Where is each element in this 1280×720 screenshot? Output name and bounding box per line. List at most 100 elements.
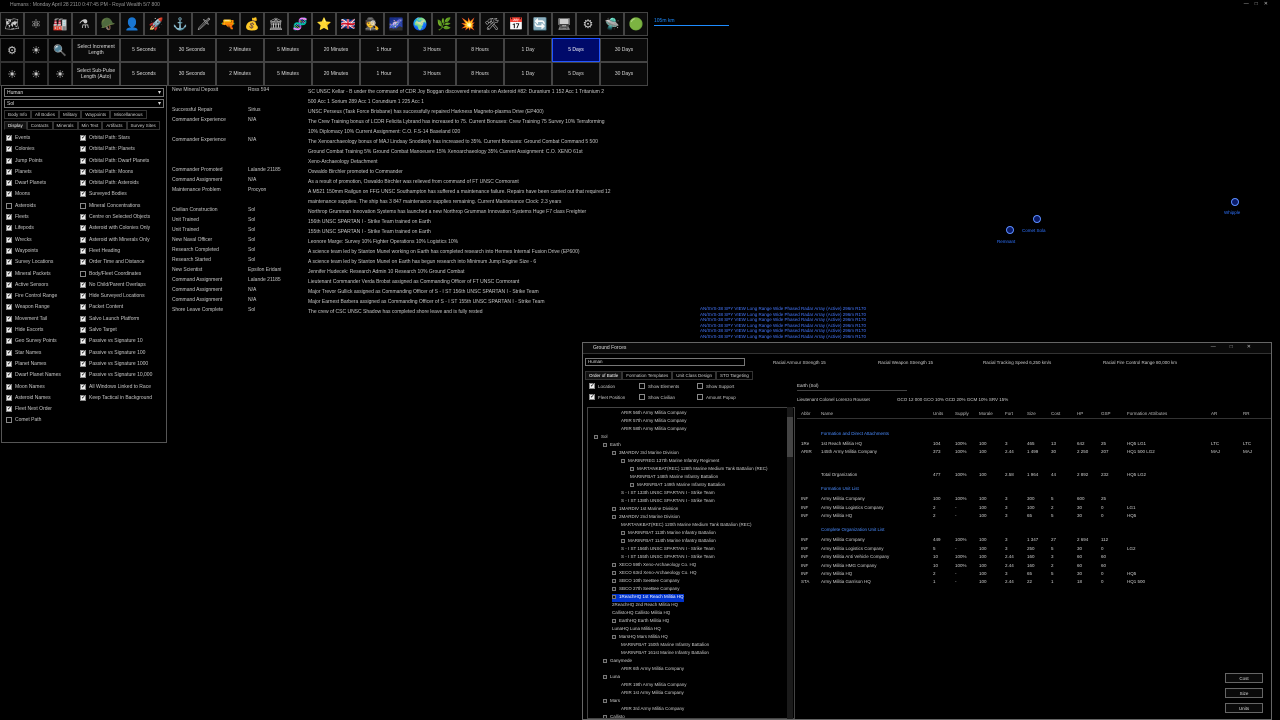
comet-icon[interactable] xyxy=(1033,215,1041,223)
option-checkbox[interactable]: ✓ Events xyxy=(6,134,76,142)
formation-row[interactable]: INF Army Militia HQ 2 - 100 3 65 5 30 0 HQ5 xyxy=(797,571,1271,579)
tree-node[interactable]: MARINFREG 137th Marine Infantry Regiment xyxy=(621,458,719,466)
option-checkbox[interactable]: ✓ Waypoints xyxy=(6,247,76,255)
event-row[interactable]: Unit Trained Sol 155th UNSC SPARTAN I - St… xyxy=(172,227,652,237)
event-row[interactable]: Shore Leave Complete Sol The crew of CSC U… xyxy=(172,307,652,317)
hull-icon[interactable]: 🛠 xyxy=(480,12,504,36)
tree-node[interactable]: 2MARDIV 2nd Marine Division xyxy=(612,514,680,522)
checkbox-icon[interactable]: ✓ xyxy=(80,259,86,266)
checkbox-icon[interactable]: ✓ xyxy=(6,394,12,401)
tree-node[interactable]: Callisto xyxy=(603,714,625,718)
option-checkbox[interactable]: ✓ Mineral Packets xyxy=(6,270,76,278)
option-checkbox[interactable]: ✓ Fire Control Range xyxy=(6,292,76,300)
formation-row[interactable]: INF Army Militia HQ 2 - 100 3 65 5 30 0 HQ5 xyxy=(797,513,1271,521)
option-checkbox[interactable]: ✓ Planets xyxy=(6,168,76,176)
option-checkbox[interactable]: ✓ Asteroid with Minerals Only xyxy=(80,236,162,244)
column-header[interactable]: RR xyxy=(1243,411,1250,416)
minimize-icon[interactable]: — xyxy=(1211,344,1230,350)
intelligence-icon[interactable]: 🕵 xyxy=(360,12,384,36)
option-checkbox[interactable]: ✓ Hide Surveyed Locations xyxy=(80,292,162,300)
zoom-icon[interactable]: ☀ xyxy=(48,62,72,86)
gf-option-checkbox[interactable]: Show Elements xyxy=(639,383,679,389)
time-button[interactable]: 30 Days xyxy=(600,62,648,86)
settings-icon[interactable]: ☀ xyxy=(0,62,24,86)
column-header[interactable]: Fort xyxy=(1005,411,1013,416)
option-checkbox[interactable]: ✓ Wrecks xyxy=(6,236,76,244)
expand-icon[interactable] xyxy=(621,538,625,543)
tree-node[interactable]: 1MARDIV 1st Marine Division xyxy=(612,506,678,514)
system-map-icon[interactable]: 🗺 xyxy=(0,12,24,36)
time-button[interactable]: 8 Hours xyxy=(456,62,504,86)
column-header[interactable]: AR xyxy=(1211,411,1217,416)
ship-class-icon[interactable]: 🚀 xyxy=(144,12,168,36)
wealth-icon[interactable]: 💰 xyxy=(240,12,264,36)
options-tab[interactable]: Minerals xyxy=(52,121,78,130)
event-row[interactable]: Successful Repair Sirius UNSC Perseus (Tas… xyxy=(172,107,652,117)
gf-option-checkbox[interactable]: ✓ Location xyxy=(589,383,615,389)
option-checkbox[interactable]: ✓ Passive vs Signature 1000 xyxy=(80,360,162,368)
option-checkbox[interactable]: ✓ Order Time and Distance xyxy=(80,258,162,266)
checkbox-icon[interactable]: ✓ xyxy=(80,338,86,345)
tree-node[interactable]: SBCO 27th SeeBee Company xyxy=(612,586,680,594)
option-checkbox[interactable]: ✓ Salvo Launch Platform xyxy=(80,315,162,323)
checkbox-icon[interactable] xyxy=(697,383,703,389)
time-button[interactable]: 5 Seconds xyxy=(120,62,168,86)
option-checkbox[interactable]: ✓ Dwarf Planet Names xyxy=(6,371,76,379)
gf-option-checkbox[interactable]: Amount Popup xyxy=(697,394,736,400)
formation-row[interactable]: INF Army Militia Logistics Company 2 - 100 3 1… xyxy=(797,505,1271,513)
fleet-icon[interactable]: ⚓ xyxy=(168,12,192,36)
checkbox-icon[interactable]: ✓ xyxy=(6,338,12,345)
select-length-button[interactable]: Select Sub-Pulse Length (Auto) xyxy=(72,62,120,86)
checkbox-icon[interactable] xyxy=(6,202,12,209)
gf-option-checkbox[interactable]: Show Support xyxy=(697,383,734,389)
tree-node[interactable]: LunaHQ Luna Militia HQ xyxy=(612,626,661,634)
option-checkbox[interactable]: ✓ No Child/Parent Overlaps xyxy=(80,281,162,289)
checkbox-icon[interactable]: ✓ xyxy=(80,281,86,288)
checkbox-icon[interactable]: ✓ xyxy=(80,180,86,187)
time-button[interactable]: 1 Hour xyxy=(360,62,408,86)
expand-icon[interactable] xyxy=(612,506,616,511)
option-checkbox[interactable]: Comet Path xyxy=(6,416,76,424)
options-tab[interactable]: Artifacts xyxy=(102,121,127,130)
tree-node[interactable]: ARIR 57th Army Militia Company xyxy=(621,418,687,426)
time-button[interactable]: 5 Days xyxy=(552,62,600,86)
checkbox-icon[interactable]: ✓ xyxy=(80,146,86,153)
option-checkbox[interactable]: ✓ Colonies xyxy=(6,145,76,153)
checkbox-icon[interactable]: ✓ xyxy=(6,225,12,232)
options-tab[interactable]: Contacts xyxy=(26,121,53,130)
time-button[interactable]: 20 Minutes xyxy=(312,38,360,62)
option-checkbox[interactable]: ✓ Movement Tail xyxy=(6,315,76,323)
time-button[interactable]: 2 Minutes xyxy=(216,38,264,62)
formation-row[interactable]: INF Army Militia Logistics Company 5 - 100 3 2… xyxy=(797,546,1271,554)
expand-icon[interactable] xyxy=(603,674,607,679)
time-button[interactable]: 8 Hours xyxy=(456,38,504,62)
checkbox-icon[interactable]: ✓ xyxy=(80,394,86,401)
option-checkbox[interactable]: ✓ Fleet Heading xyxy=(80,247,162,255)
checkbox-icon[interactable]: ✓ xyxy=(80,360,86,367)
checkbox-icon[interactable]: ✓ xyxy=(6,236,12,243)
checkbox-icon[interactable]: ✓ xyxy=(80,304,86,311)
tree-node[interactable]: XECO 59th Xeno-Archaeology Co. HQ xyxy=(612,562,696,570)
time-button[interactable]: 30 Days xyxy=(600,38,648,62)
expand-icon[interactable] xyxy=(603,714,607,718)
checkbox-icon[interactable]: ✓ xyxy=(80,214,86,221)
checkbox-icon[interactable] xyxy=(639,383,645,389)
option-checkbox[interactable]: ✓ Survey Locations xyxy=(6,258,76,266)
sun-icon[interactable]: ☀ xyxy=(24,62,48,86)
zoom-icon[interactable]: 🔍 xyxy=(48,38,72,62)
checkbox-icon[interactable]: ✓ xyxy=(6,372,12,379)
gf-window-controls[interactable]: —□✕ xyxy=(1211,344,1265,350)
checkbox-icon[interactable]: ✓ xyxy=(6,327,12,334)
options-tab[interactable]: Survey Sites xyxy=(126,121,160,130)
checkbox-icon[interactable]: ✓ xyxy=(6,383,12,390)
planet-icon[interactable] xyxy=(1006,226,1014,234)
checkbox-icon[interactable]: ✓ xyxy=(6,157,12,164)
checkbox-icon[interactable]: ✓ xyxy=(80,168,86,175)
option-checkbox[interactable]: ✓ Orbital Path: Asteroids xyxy=(80,179,162,187)
option-checkbox[interactable]: ✓ Planet Names xyxy=(6,360,76,368)
formation-row[interactable]: INF Army Militia Anti Vehicle Company 10 10… xyxy=(797,554,1271,562)
event-row[interactable]: Commander Experience N/A The Xenoarchaeolo… xyxy=(172,137,652,167)
checkbox-icon[interactable] xyxy=(697,394,703,400)
option-checkbox[interactable]: ✓ Centre on Selected Objects xyxy=(80,213,162,221)
ground-forces-icon[interactable]: 🪖 xyxy=(96,12,120,36)
